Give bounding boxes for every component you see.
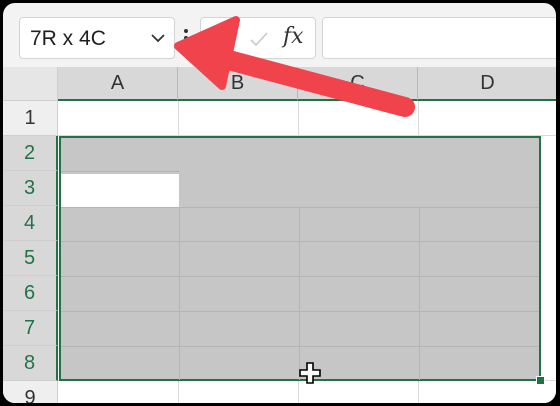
row-header-1[interactable]: 1: [3, 101, 58, 136]
selection-gridline: [61, 346, 539, 347]
formula-input[interactable]: [322, 17, 556, 59]
selection-gridline: [61, 311, 539, 312]
name-box-value: 7R x 4C: [30, 27, 106, 50]
check-icon[interactable]: [249, 30, 269, 48]
selection-gridline: [61, 276, 539, 277]
worksheet-grid[interactable]: A B C D 1 2 3 4 5 6 7 8 9: [3, 67, 556, 403]
select-all-corner[interactable]: [3, 67, 58, 101]
selection-gridline: [299, 208, 300, 380]
chevron-down-icon[interactable]: [150, 30, 166, 46]
selection-gridline: [179, 208, 180, 380]
row-header-4[interactable]: 4: [3, 206, 58, 241]
row-header-8[interactable]: 8: [3, 346, 58, 381]
insert-function-button[interactable]: fx: [283, 24, 304, 49]
column-header-c[interactable]: C: [298, 67, 418, 101]
row-header-6[interactable]: 6: [3, 276, 58, 311]
column-header-d[interactable]: D: [418, 67, 556, 101]
active-cell-a3[interactable]: [61, 174, 179, 207]
row-header-2[interactable]: 2: [3, 136, 58, 171]
cancel-icon[interactable]: [211, 30, 229, 48]
name-box[interactable]: 7R x 4C: [19, 17, 175, 59]
column-header-b[interactable]: B: [178, 67, 298, 101]
row-header-3[interactable]: 3: [3, 171, 58, 206]
excel-window: 7R x 4C fx A B C D 1 2 3 4 5 6 7 8 9: [3, 3, 556, 403]
more-options-icon[interactable]: [179, 23, 193, 53]
selection-gridline: [61, 241, 539, 242]
selection-gridline: [419, 208, 420, 380]
cell-select-cursor-icon: [299, 362, 321, 384]
selected-range[interactable]: [59, 136, 541, 381]
formula-controls: fx: [200, 17, 316, 59]
selection-gridline: [61, 171, 179, 172]
selection-gridline: [61, 207, 539, 208]
row-header-5[interactable]: 5: [3, 241, 58, 276]
column-header-a[interactable]: A: [58, 67, 178, 101]
fill-handle[interactable]: [536, 376, 545, 385]
row-header-7[interactable]: 7: [3, 311, 58, 346]
row-header-9[interactable]: 9: [3, 381, 58, 403]
